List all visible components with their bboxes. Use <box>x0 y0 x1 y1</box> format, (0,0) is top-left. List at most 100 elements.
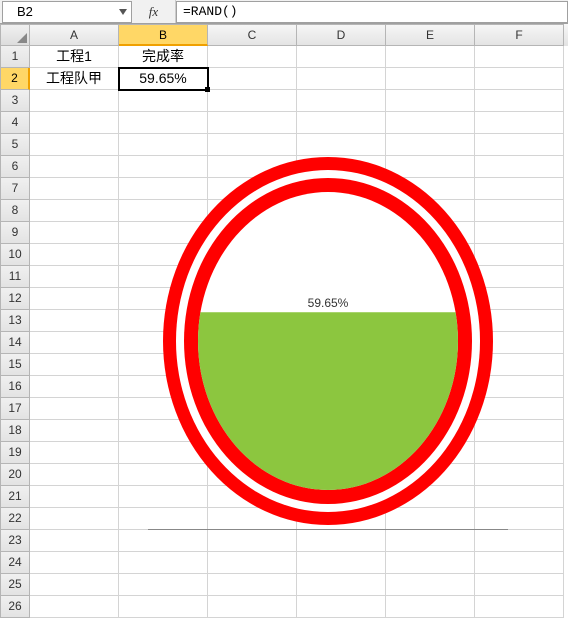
cell-E3[interactable] <box>386 90 475 112</box>
cell-A14[interactable] <box>30 332 119 354</box>
cell-A26[interactable] <box>30 596 119 618</box>
cell-A23[interactable] <box>30 530 119 552</box>
cell-D25[interactable] <box>297 574 386 596</box>
cell-F25[interactable] <box>475 574 564 596</box>
cell-A7[interactable] <box>30 178 119 200</box>
cell-E1[interactable] <box>386 46 475 68</box>
cell-B24[interactable] <box>119 552 208 574</box>
cell-A5[interactable] <box>30 134 119 156</box>
select-all-corner[interactable] <box>0 24 30 46</box>
cell-B25[interactable] <box>119 574 208 596</box>
row-header-24[interactable]: 24 <box>0 552 30 574</box>
cell-F26[interactable] <box>475 596 564 618</box>
row-header-23[interactable]: 23 <box>0 530 30 552</box>
cell-A25[interactable] <box>30 574 119 596</box>
cell-F23[interactable] <box>475 530 564 552</box>
cell-A19[interactable] <box>30 442 119 464</box>
row-header-11[interactable]: 11 <box>0 266 30 288</box>
cell-A12[interactable] <box>30 288 119 310</box>
cell-A2[interactable]: 工程队甲 <box>30 68 119 90</box>
cell-D2[interactable] <box>297 68 386 90</box>
cell-A22[interactable] <box>30 508 119 530</box>
cell-C2[interactable] <box>208 68 297 90</box>
cell-A8[interactable] <box>30 200 119 222</box>
cell-D26[interactable] <box>297 596 386 618</box>
row-header-12[interactable]: 12 <box>0 288 30 310</box>
row-header-26[interactable]: 26 <box>0 596 30 618</box>
formula-input[interactable]: =RAND() <box>176 1 568 23</box>
col-header-E[interactable]: E <box>386 24 475 46</box>
cell-E23[interactable] <box>386 530 475 552</box>
progress-gauge-chart[interactable]: 59.65% <box>158 152 498 530</box>
cell-D1[interactable] <box>297 46 386 68</box>
row-header-17[interactable]: 17 <box>0 398 30 420</box>
cell-C1[interactable] <box>208 46 297 68</box>
cell-C26[interactable] <box>208 596 297 618</box>
cell-B4[interactable] <box>119 112 208 134</box>
cell-C25[interactable] <box>208 574 297 596</box>
cell-E24[interactable] <box>386 552 475 574</box>
cell-A13[interactable] <box>30 310 119 332</box>
row-header-25[interactable]: 25 <box>0 574 30 596</box>
col-header-A[interactable]: A <box>30 24 119 46</box>
col-header-B[interactable]: B <box>119 24 208 46</box>
cell-A17[interactable] <box>30 398 119 420</box>
cell-D23[interactable] <box>297 530 386 552</box>
cell-D3[interactable] <box>297 90 386 112</box>
cell-C3[interactable] <box>208 90 297 112</box>
row-header-1[interactable]: 1 <box>0 46 30 68</box>
cell-E4[interactable] <box>386 112 475 134</box>
cell-A24[interactable] <box>30 552 119 574</box>
cell-B1[interactable]: 完成率 <box>119 46 208 68</box>
cell-B3[interactable] <box>119 90 208 112</box>
cell-C4[interactable] <box>208 112 297 134</box>
cell-A16[interactable] <box>30 376 119 398</box>
fx-button[interactable]: fx <box>132 0 176 23</box>
cell-A4[interactable] <box>30 112 119 134</box>
row-header-14[interactable]: 14 <box>0 332 30 354</box>
cell-A6[interactable] <box>30 156 119 178</box>
cell-A3[interactable] <box>30 90 119 112</box>
col-header-C[interactable]: C <box>208 24 297 46</box>
cell-A10[interactable] <box>30 244 119 266</box>
cell-E25[interactable] <box>386 574 475 596</box>
cell-B23[interactable] <box>119 530 208 552</box>
cell-F3[interactable] <box>475 90 564 112</box>
row-header-20[interactable]: 20 <box>0 464 30 486</box>
cell-A18[interactable] <box>30 420 119 442</box>
cell-E26[interactable] <box>386 596 475 618</box>
cell-D24[interactable] <box>297 552 386 574</box>
row-header-7[interactable]: 7 <box>0 178 30 200</box>
cell-A15[interactable] <box>30 354 119 376</box>
row-header-16[interactable]: 16 <box>0 376 30 398</box>
row-header-5[interactable]: 5 <box>0 134 30 156</box>
row-header-13[interactable]: 13 <box>0 310 30 332</box>
row-header-8[interactable]: 8 <box>0 200 30 222</box>
row-header-22[interactable]: 22 <box>0 508 30 530</box>
cell-C24[interactable] <box>208 552 297 574</box>
cell-C23[interactable] <box>208 530 297 552</box>
row-header-2[interactable]: 2 <box>0 68 30 90</box>
cell-A21[interactable] <box>30 486 119 508</box>
row-header-21[interactable]: 21 <box>0 486 30 508</box>
cell-D4[interactable] <box>297 112 386 134</box>
cell-A9[interactable] <box>30 222 119 244</box>
cell-A11[interactable] <box>30 266 119 288</box>
cell-E2[interactable] <box>386 68 475 90</box>
row-header-15[interactable]: 15 <box>0 354 30 376</box>
cell-F4[interactable] <box>475 112 564 134</box>
cell-F24[interactable] <box>475 552 564 574</box>
name-box-dropdown-icon[interactable] <box>115 2 131 22</box>
cell-A1[interactable]: 工程1 <box>30 46 119 68</box>
row-header-9[interactable]: 9 <box>0 222 30 244</box>
col-header-D[interactable]: D <box>297 24 386 46</box>
cell-B2[interactable]: 59.65% <box>119 68 208 90</box>
row-header-19[interactable]: 19 <box>0 442 30 464</box>
col-header-F[interactable]: F <box>475 24 564 46</box>
row-header-18[interactable]: 18 <box>0 420 30 442</box>
spreadsheet-grid[interactable]: A B C D E F 1工程1完成率2工程队甲59.65%3456789101… <box>0 24 568 618</box>
name-box[interactable]: B2 <box>2 1 132 23</box>
row-header-4[interactable]: 4 <box>0 112 30 134</box>
cell-F1[interactable] <box>475 46 564 68</box>
row-header-10[interactable]: 10 <box>0 244 30 266</box>
